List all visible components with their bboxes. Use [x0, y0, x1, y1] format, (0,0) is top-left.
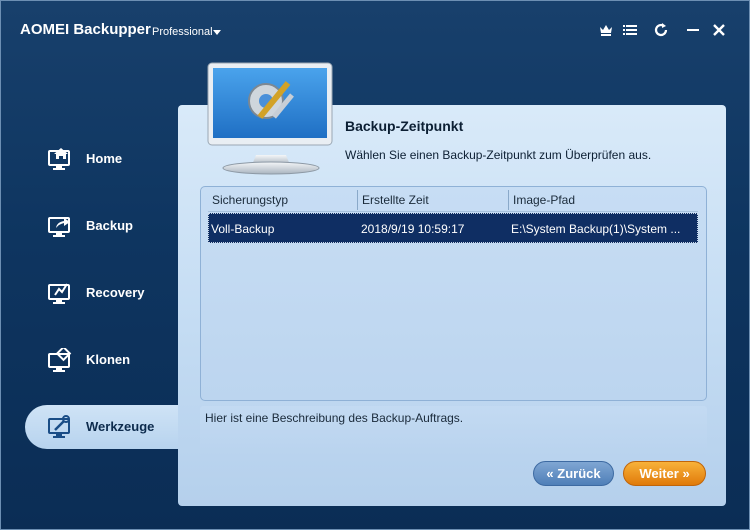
app-window: AOMEI Backupper Professional Home Backup — [0, 0, 750, 530]
menu-icon[interactable] — [621, 21, 639, 39]
sidebar-item-label: Werkzeuge — [86, 419, 155, 434]
crown-icon[interactable] — [597, 21, 615, 39]
close-icon[interactable] — [710, 21, 728, 39]
header-divider — [208, 211, 698, 212]
column-header-time[interactable]: Erstellte Zeit — [358, 193, 508, 209]
back-button[interactable]: « Zurück — [533, 461, 614, 486]
column-header-type[interactable]: Sicherungstyp — [208, 193, 356, 209]
app-title: AOMEI Backupper — [20, 21, 151, 38]
cell-time: 2018/9/19 10:59:17 — [361, 222, 465, 236]
tools-icon — [47, 415, 75, 441]
edition-dropdown[interactable]: Professional — [152, 26, 213, 38]
column-header-path[interactable]: Image-Pfad — [509, 193, 699, 209]
next-button-label: Weiter — [639, 466, 679, 481]
next-button[interactable]: Weiter » — [623, 461, 706, 486]
page-title: Backup-Zeitpunkt — [345, 118, 464, 134]
caret-down-icon[interactable] — [213, 30, 221, 35]
double-chevron-right-icon: » — [682, 466, 690, 481]
refresh-icon[interactable] — [652, 21, 670, 39]
cell-path: E:\System Backup(1)\System ... — [511, 222, 681, 236]
sidebar-item-recovery[interactable]: Recovery — [1, 271, 179, 315]
back-button-label: Zurück — [557, 466, 601, 481]
sidebar-item-klonen[interactable]: Klonen — [1, 338, 179, 382]
table-row[interactable]: Voll-Backup 2018/9/19 10:59:17 E:\System… — [208, 213, 698, 243]
sidebar-item-label: Backup — [86, 218, 133, 233]
sidebar-item-backup[interactable]: Backup — [1, 204, 179, 248]
sidebar-item-label: Klonen — [86, 352, 131, 367]
backup-icon — [47, 214, 75, 240]
sidebar-item-werkzeuge[interactable]: Werkzeuge — [25, 405, 185, 449]
sidebar-item-label: Home — [86, 151, 123, 166]
page-subtitle: Wählen Sie einen Backup-Zeitpunkt zum Üb… — [345, 148, 652, 162]
clone-icon — [47, 345, 75, 374]
sidebar-item-home[interactable]: Home — [1, 137, 179, 181]
cell-type: Voll-Backup — [211, 222, 275, 236]
sidebar-item-label: Recovery — [86, 285, 145, 300]
tools-monitor-icon — [204, 61, 338, 176]
description-box: Hier ist eine Beschreibung des Backup-Au… — [200, 406, 707, 456]
title-bar: AOMEI Backupper Professional — [1, 1, 749, 61]
home-icon — [47, 147, 75, 173]
recovery-icon — [47, 281, 75, 307]
minimize-icon[interactable] — [684, 21, 702, 39]
double-chevron-left-icon: « — [546, 466, 554, 481]
description-text: Hier ist eine Beschreibung des Backup-Au… — [205, 411, 464, 425]
